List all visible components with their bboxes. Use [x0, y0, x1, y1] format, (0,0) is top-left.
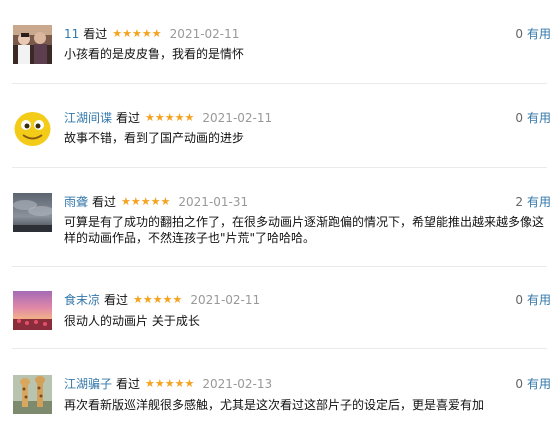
star-icon: ★	[145, 377, 155, 390]
star-icon: ★	[174, 111, 185, 124]
review-meta: 雨聋 看过 ★ ★ ★ ★ ★ 2021-01-31	[64, 194, 248, 210]
review-date: 2021-01-31	[178, 195, 249, 209]
vote-count: 2	[515, 195, 523, 209]
username-link[interactable]: 江湖骗子	[64, 376, 112, 392]
rating-stars: ★ ★ ★ ★ ★	[133, 292, 182, 308]
avatar[interactable]	[13, 291, 52, 330]
star-icon: ★	[142, 293, 153, 306]
review-date: 2021-02-11	[190, 293, 261, 307]
star-icon: ★	[164, 377, 175, 390]
star-icon: ★	[162, 293, 173, 306]
review-content: 可算是有了成功的翻拍之作了，在很多动画片逐渐跑偏的情况下，希望能推出越来越多像这…	[64, 215, 545, 245]
vote-count: 0	[515, 293, 523, 307]
vote-count: 0	[515, 111, 523, 125]
photo-avatar-people-icon	[13, 25, 52, 64]
review-item: 江湖间谍 看过 ★ ★ ★ ★ ★ 2021-02-11 0 有用 故事不错，看到了国产动…	[0, 84, 559, 168]
star-icon: ★	[140, 195, 151, 208]
giraffe-avatar-icon	[13, 375, 52, 414]
username-link[interactable]: 江湖间谍	[64, 110, 112, 126]
star-icon: ★	[121, 195, 131, 208]
review-date: 2021-02-11	[202, 111, 273, 125]
star-icon: ★	[160, 195, 171, 208]
vote-area: 0 有用	[515, 110, 551, 126]
vote-area: 0 有用	[515, 292, 551, 308]
rating-stars: ★ ★ ★ ★ ★	[121, 194, 170, 210]
review-content: 很动人的动画片 关于成长	[64, 314, 200, 328]
watched-label: 看过	[92, 195, 117, 209]
watched-label: 看过	[83, 27, 108, 41]
username-link[interactable]: 11	[64, 26, 79, 42]
rating-stars: ★ ★ ★ ★ ★	[145, 376, 194, 392]
avatar[interactable]	[13, 25, 52, 64]
review-date: 2021-02-11	[169, 27, 240, 41]
useful-button[interactable]: 有用	[527, 293, 551, 307]
review-item: 雨聋 看过 ★ ★ ★ ★ ★ 2021-01-31 2 有用 可算是有了成功的翻拍之作了…	[0, 168, 559, 267]
star-icon: ★	[154, 111, 165, 124]
review-content: 再次看新版巡洋舰很多感触，尤其是这次看过这部片子的设定后，更是喜爱有加	[64, 398, 485, 412]
review-item: 江湖骗子 看过 ★ ★ ★ ★ ★ 2021-02-13 0 有用 再次看新版巡洋舰很多感…	[0, 349, 559, 446]
star-icon: ★	[141, 27, 152, 40]
review-item: 11 看过 ★ ★ ★ ★ ★ 2021-02-11 0 有用 小孩看的是皮皮鲁，我看的是…	[0, 0, 559, 84]
star-icon: ★	[164, 111, 175, 124]
rating-stars: ★ ★ ★ ★ ★	[145, 110, 194, 126]
review-meta: 食末凉 看过 ★ ★ ★ ★ ★ 2021-02-11	[64, 292, 260, 308]
useful-button[interactable]: 有用	[527, 111, 551, 125]
review-meta: 江湖骗子 看过 ★ ★ ★ ★ ★ 2021-02-13	[64, 376, 272, 392]
review-content: 小孩看的是皮皮鲁，我看的是情怀	[64, 47, 245, 61]
cloudy-sky-avatar-icon	[13, 193, 52, 232]
sunset-avatar-icon	[13, 291, 52, 330]
review-meta: 江湖间谍 看过 ★ ★ ★ ★ ★ 2021-02-11	[64, 110, 272, 126]
vote-area: 0 有用	[515, 26, 551, 42]
review-list: 11 看过 ★ ★ ★ ★ ★ 2021-02-11 0 有用 小孩看的是皮皮鲁，我看的是…	[0, 0, 559, 446]
useful-button[interactable]: 有用	[527, 377, 551, 391]
star-icon: ★	[184, 111, 195, 124]
username-link[interactable]: 雨聋	[64, 194, 88, 210]
watched-label: 看过	[104, 293, 129, 307]
rating-stars: ★ ★ ★ ★ ★	[112, 26, 161, 42]
star-icon: ★	[133, 293, 143, 306]
star-icon: ★	[152, 293, 163, 306]
star-icon: ★	[122, 27, 133, 40]
star-icon: ★	[132, 27, 142, 40]
avatar[interactable]	[13, 375, 52, 414]
vote-area: 2 有用	[515, 194, 551, 210]
review-item: 食末凉 看过 ★ ★ ★ ★ ★ 2021-02-11 0 有用 很动人的动画片 关于成长	[0, 267, 559, 349]
review-meta: 11 看过 ★ ★ ★ ★ ★ 2021-02-11	[64, 26, 239, 42]
star-icon: ★	[145, 111, 155, 124]
vote-area: 0 有用	[515, 376, 551, 392]
review-content: 故事不错，看到了国产动画的进步	[64, 131, 245, 145]
watched-label: 看过	[116, 377, 141, 391]
username-link[interactable]: 食末凉	[64, 292, 100, 308]
useful-button[interactable]: 有用	[527, 195, 551, 209]
watched-label: 看过	[116, 111, 141, 125]
vote-count: 0	[515, 27, 523, 41]
cartoon-face-avatar-icon	[13, 109, 52, 148]
star-icon: ★	[151, 27, 162, 40]
star-icon: ★	[184, 377, 195, 390]
avatar[interactable]	[13, 109, 52, 148]
review-date: 2021-02-13	[202, 377, 273, 391]
star-icon: ★	[174, 377, 185, 390]
star-icon: ★	[150, 195, 161, 208]
vote-count: 0	[515, 377, 523, 391]
star-icon: ★	[172, 293, 183, 306]
star-icon: ★	[112, 27, 123, 40]
useful-button[interactable]: 有用	[527, 27, 551, 41]
star-icon: ★	[154, 377, 165, 390]
avatar[interactable]	[13, 193, 52, 232]
star-icon: ★	[130, 195, 141, 208]
